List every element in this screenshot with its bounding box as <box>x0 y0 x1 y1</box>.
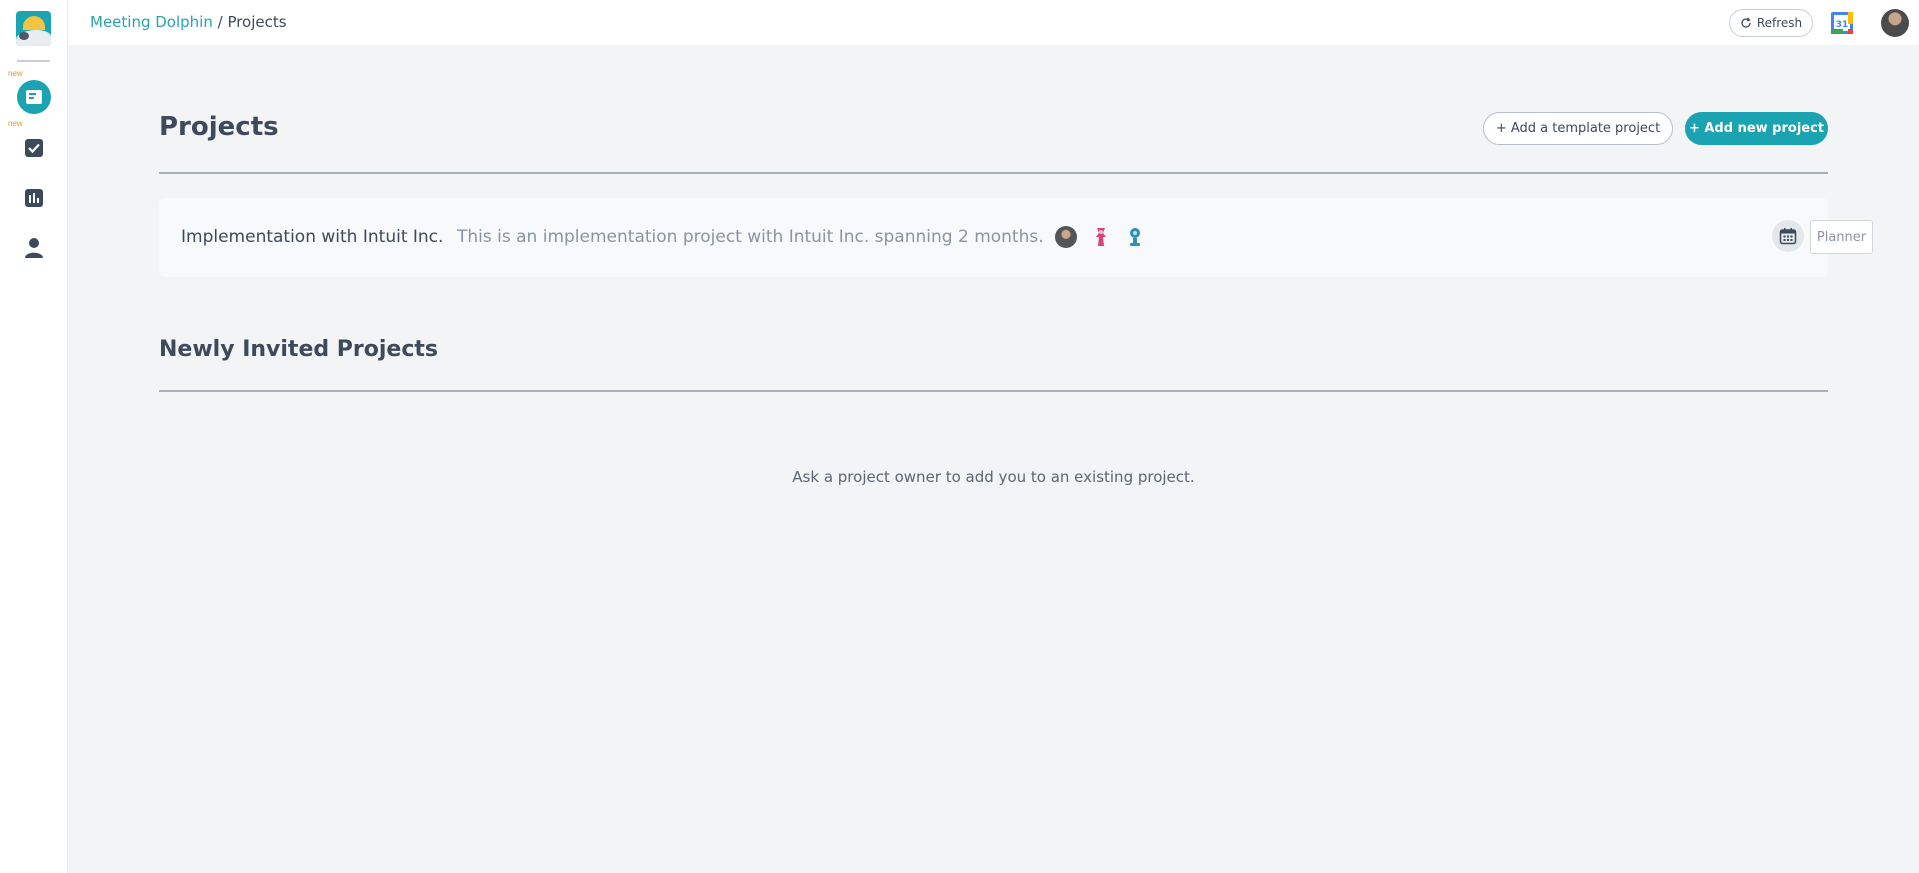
analytics-icon <box>25 189 43 207</box>
section-divider <box>159 172 1828 174</box>
member-avatar-pink-icon <box>1096 228 1106 246</box>
add-new-project-button[interactable]: + Add new project <box>1685 112 1828 145</box>
breadcrumb-separator: / <box>212 13 228 31</box>
project-card[interactable]: Implementation with Intuit Inc. This is … <box>159 198 1828 277</box>
calendar-icon <box>1779 228 1797 245</box>
refresh-label: Refresh <box>1756 16 1803 30</box>
sidebar: new new <box>0 0 68 873</box>
profile-icon <box>25 238 43 258</box>
tasks-icon <box>25 139 43 157</box>
section-title-invited: Newly Invited Projects <box>159 337 438 362</box>
sidebar-divider <box>17 60 50 62</box>
add-template-project-button[interactable]: + Add a template project <box>1483 112 1673 145</box>
member-avatar-blue-icon <box>1130 228 1140 246</box>
breadcrumb-current: Projects <box>227 13 287 31</box>
top-bar: Meeting Dolphin / Projects <box>68 0 1919 45</box>
sidebar-item-analytics[interactable] <box>17 181 51 215</box>
new-badge: new <box>8 119 23 128</box>
member-avatar <box>1055 226 1077 248</box>
logo-dolphin <box>19 32 29 40</box>
breadcrumb: Meeting Dolphin / Projects <box>90 13 287 31</box>
calendar-day: 31 <box>1836 20 1849 30</box>
breadcrumb-home-link[interactable]: Meeting Dolphin <box>90 13 213 31</box>
meetings-icon <box>26 90 42 104</box>
page-title: Projects <box>159 112 279 142</box>
logo-sun <box>23 16 45 30</box>
sidebar-item-meetings[interactable] <box>17 80 51 114</box>
google-calendar-icon[interactable]: 31 <box>1830 11 1854 35</box>
sidebar-item-profile[interactable] <box>17 231 51 265</box>
meeting-dolphin-logo[interactable] <box>16 11 51 46</box>
planner-tooltip: Planner <box>1810 220 1873 254</box>
refresh-icon <box>1741 17 1751 28</box>
sidebar-item-tasks[interactable] <box>17 131 51 165</box>
empty-state-message: Ask a project owner to add you to an exi… <box>792 468 1195 486</box>
project-description: This is an implementation project with I… <box>457 227 1044 247</box>
refresh-button[interactable]: Refresh <box>1729 9 1813 37</box>
section-divider <box>159 390 1828 392</box>
new-badge: new <box>8 69 23 78</box>
project-name[interactable]: Implementation with Intuit Inc. <box>181 227 443 247</box>
user-avatar[interactable] <box>1881 9 1909 37</box>
planner-button[interactable] <box>1772 220 1804 252</box>
